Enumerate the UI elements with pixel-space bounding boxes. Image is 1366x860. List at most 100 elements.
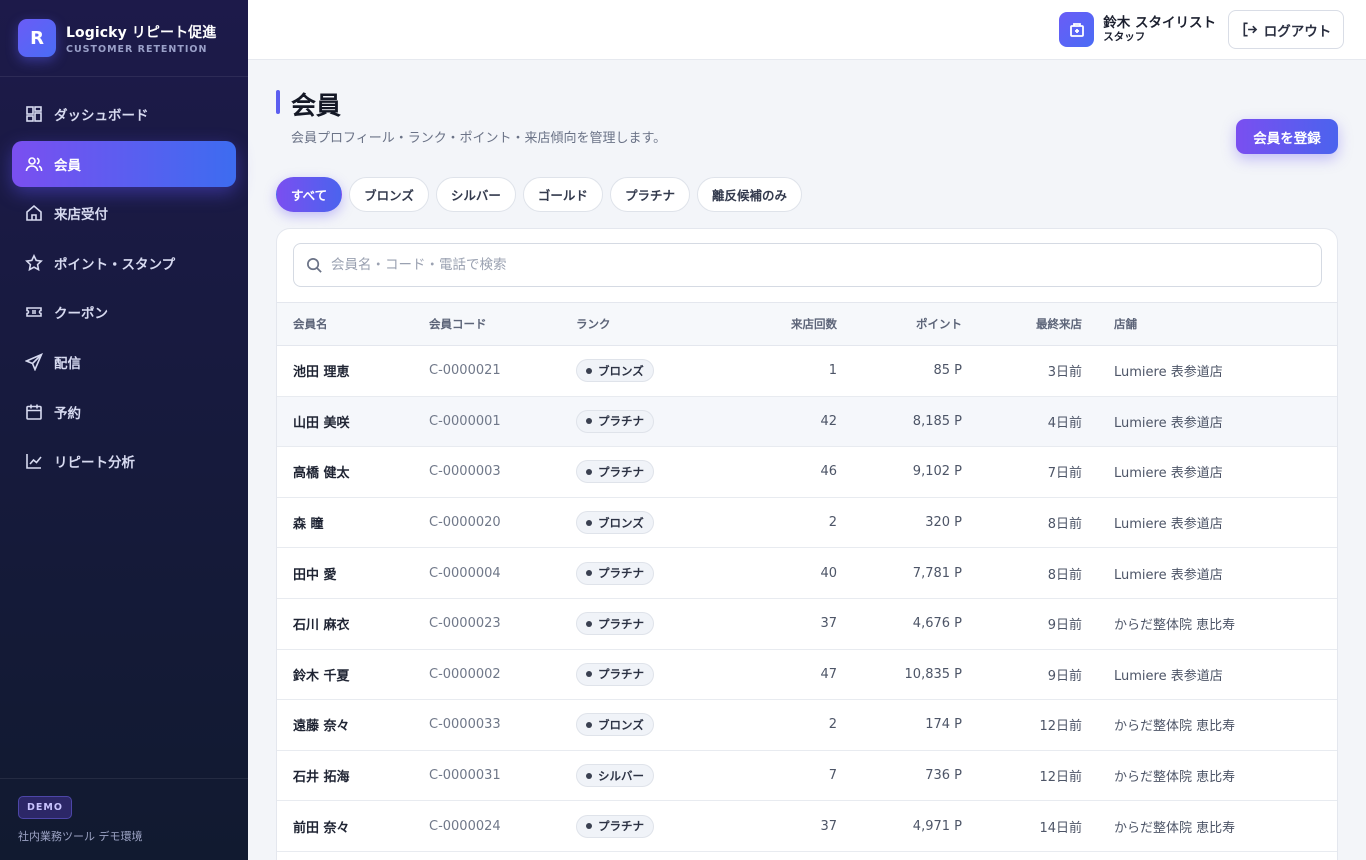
last-visit: 8日前 xyxy=(1047,567,1082,583)
member-code: C-0000004 xyxy=(429,565,501,581)
member-name[interactable]: 前田 奈々 xyxy=(277,801,429,852)
member-name[interactable]: 田中 愛 xyxy=(277,548,429,599)
sidebar-item-reservations[interactable]: 予約 xyxy=(12,389,236,435)
visit-count: 2 xyxy=(828,515,837,531)
table-row[interactable]: 前田 奈々 C-0000024 プラチナ 37 4,971 P 14日前 からだ整体院 恵比… xyxy=(277,801,1337,852)
points: 4,971 P xyxy=(912,818,962,834)
column-header-rank[interactable]: ランク xyxy=(576,302,726,346)
filter-silver[interactable]: シルバー xyxy=(435,177,516,212)
points: 85 P xyxy=(933,363,962,379)
column-header-name[interactable]: 会員名 xyxy=(277,302,429,346)
rank-dot-icon xyxy=(586,620,592,627)
register-member-button[interactable]: 会員を登録 xyxy=(1236,119,1338,154)
sidebar-item-label: 会員 xyxy=(54,157,81,174)
last-visit: 3日前 xyxy=(1047,365,1082,381)
column-header-points[interactable]: ポイント xyxy=(837,302,962,346)
rank-dot-icon xyxy=(586,570,592,577)
sidebar-item-label: ダッシュボード xyxy=(54,108,149,124)
sidebar-item-label: 来店受付 xyxy=(54,207,108,224)
table-row[interactable]: 石川 麻衣 C-0000023 プラチナ 37 4,676 P 9日前 からだ整体院 恵比寿 xyxy=(277,598,1337,650)
sidebar-item-coupons[interactable]: クーポン xyxy=(12,289,236,335)
last-visit: 9日前 xyxy=(1047,618,1082,634)
filter-all[interactable]: すべて xyxy=(276,177,343,212)
rank-badge: シルバー xyxy=(576,764,654,788)
member-name[interactable]: 山田 美咲 xyxy=(277,396,429,447)
table-row[interactable]: 遠藤 奈々 C-0000033 ブロンズ 2 174 P 12日前 からだ整体院 恵比寿 xyxy=(277,700,1337,751)
ticket-icon xyxy=(25,303,43,321)
points: 320 P xyxy=(925,515,962,531)
table-row[interactable]: 田中 愛 C-0000004 プラチナ 40 7,781 P 8日前 Lumiere 表参道… xyxy=(277,548,1337,599)
table-row[interactable]: 山田 美咲 C-0000001 プラチナ 42 8,185 P 4日前 Lumiere 表参… xyxy=(277,396,1337,447)
filter-bronze[interactable]: ブロンズ xyxy=(349,177,429,212)
last-visit: 12日前 xyxy=(1039,719,1082,735)
last-visit: 14日前 xyxy=(1039,820,1082,836)
rank-dot-icon xyxy=(586,721,592,728)
sidebar-item-dashboard[interactable]: ダッシュボード xyxy=(12,91,236,137)
sidebar-item-points[interactable]: ポイント・スタンプ xyxy=(12,240,236,286)
sidebar-nav: ダッシュボード 会員 来店受付 ポイント・スタンプ クーポン 配信 予約 リピー… xyxy=(0,77,248,484)
member-code: C-0000002 xyxy=(429,666,501,682)
member-code: C-0000001 xyxy=(429,413,501,429)
member-name[interactable]: 石井 拓海 xyxy=(277,750,429,801)
member-name[interactable]: 鈴木 千夏 xyxy=(277,649,429,700)
member-name[interactable]: 高橋 健太 xyxy=(277,447,429,498)
page-subtitle: 会員プロフィール・ランク・ポイント・来店傾向を管理します。 xyxy=(291,131,667,146)
store: からだ整体院 恵比寿 xyxy=(1114,820,1236,836)
member-name[interactable]: 池田 理恵 xyxy=(277,346,429,397)
column-header-visits[interactable]: 来店回数 xyxy=(726,302,837,346)
member-name[interactable]: 森 瞳 xyxy=(277,497,429,548)
points: 174 P xyxy=(925,717,962,733)
rank-badge: プラチナ xyxy=(576,612,654,636)
member-name[interactable]: 石川 麻衣 xyxy=(277,598,429,649)
search-icon xyxy=(307,257,322,273)
sidebar-item-analytics[interactable]: リピート分析 xyxy=(12,438,236,484)
last-visit: 4日前 xyxy=(1047,415,1082,431)
points: 9,102 P xyxy=(912,464,962,480)
visit-count: 37 xyxy=(820,616,837,632)
title-accent-bar xyxy=(276,90,280,114)
column-header-last-visit[interactable]: 最終来店 xyxy=(962,302,1082,346)
sidebar-item-delivery[interactable]: 配信 xyxy=(12,339,236,385)
sidebar-item-members[interactable]: 会員 xyxy=(12,140,236,187)
member-code: C-0000020 xyxy=(429,515,501,531)
rank-badge: プラチナ xyxy=(576,814,654,838)
store: Lumiere 表参道店 xyxy=(1114,668,1223,684)
rank-dot-icon xyxy=(586,671,592,678)
members-card: 会員名 会員コード ランク 来店回数 ポイント 最終来店 店舗 池田 理恵C-0… xyxy=(276,228,1338,860)
filter-platinum[interactable]: プラチナ xyxy=(609,177,690,212)
table-row[interactable]: 鈴木 千夏 C-0000002 プラチナ 47 10,835 P 9日前 Lumiere 表… xyxy=(277,649,1337,700)
home-icon xyxy=(25,204,43,222)
sidebar-item-label: クーポン xyxy=(54,306,108,323)
visit-count: 2 xyxy=(828,717,837,733)
rank-dot-icon xyxy=(586,418,592,425)
member-name[interactable]: 遠藤 奈々 xyxy=(277,700,429,751)
member-code: C-0000033 xyxy=(429,717,501,733)
member-code: C-0000021 xyxy=(429,363,501,379)
sidebar-item-checkin[interactable]: 来店受付 xyxy=(12,190,236,236)
brand[interactable]: R Logicky リピート促進 CUSTOMER RETENTION xyxy=(0,0,248,77)
logout-label: ログアウト xyxy=(1263,23,1332,40)
rank-badge: プラチナ xyxy=(576,662,654,686)
user-profile[interactable]: 鈴木 スタイリスト スタッフ xyxy=(1059,12,1216,47)
points: 736 P xyxy=(925,768,962,784)
member-code: C-0000023 xyxy=(429,616,501,632)
search-input[interactable] xyxy=(331,257,1231,273)
filter-churn-risk[interactable]: 離反候補のみ xyxy=(696,177,802,212)
logout-button[interactable]: ログアウト xyxy=(1228,10,1344,49)
table-row[interactable]: 石井 拓海 C-0000031 シルバー 7 736 P 12日前 からだ整体院 恵比寿 xyxy=(277,750,1337,801)
sidebar-footer: DEMO 社内業務ツール デモ環境 xyxy=(0,778,248,860)
sidebar-item-label: 配信 xyxy=(54,355,81,372)
column-header-code[interactable]: 会員コード xyxy=(429,302,576,346)
users-icon xyxy=(25,155,43,173)
rank-dot-icon xyxy=(586,823,592,830)
table-row[interactable]: 池田 理恵 C-0000021 ブロンズ 1 85 P 3日前 Lumiere 表参道店 xyxy=(277,346,1337,397)
table-row[interactable]: 高橋 健太 C-0000003 プラチナ 46 9,102 P 7日前 Lumiere 表参… xyxy=(277,447,1337,498)
filter-gold[interactable]: ゴールド xyxy=(522,177,603,212)
table-row[interactable]: 森 瞳 C-0000020 ブロンズ 2 320 P 8日前 Lumiere 表参道店 xyxy=(277,497,1337,548)
store: からだ整体院 恵比寿 xyxy=(1114,618,1236,634)
search-box[interactable] xyxy=(293,243,1322,287)
last-visit: 8日前 xyxy=(1047,517,1082,533)
points: 4,676 P xyxy=(912,616,962,632)
column-header-store[interactable]: 店舗 xyxy=(1082,302,1337,346)
members-table: 会員名 会員コード ランク 来店回数 ポイント 最終来店 店舗 池田 理恵 C-0… xyxy=(277,302,1337,852)
